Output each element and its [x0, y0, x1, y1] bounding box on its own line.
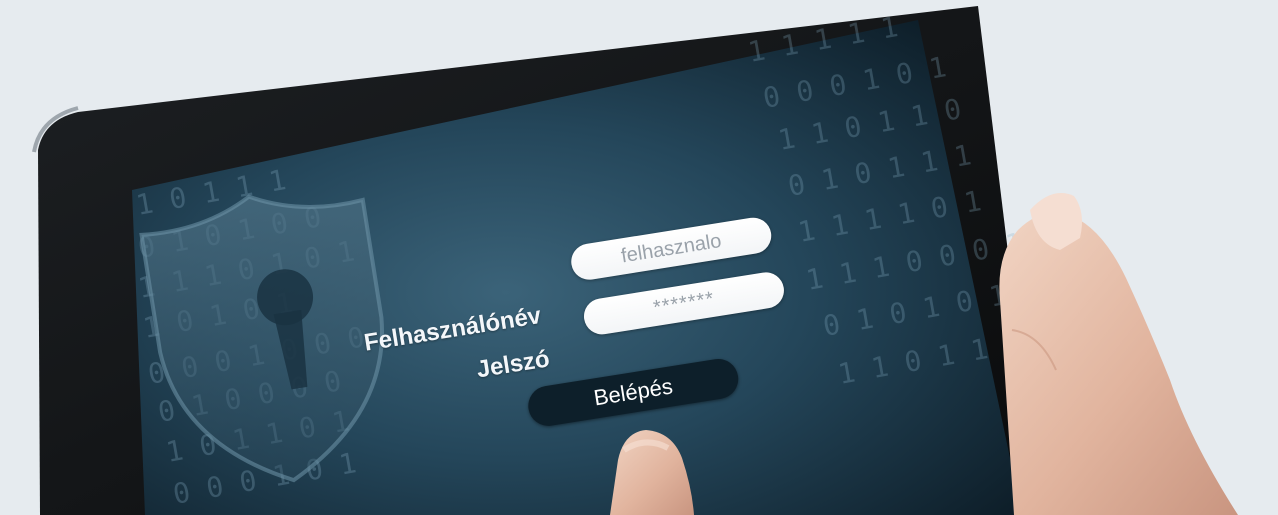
password-label: Jelszó: [474, 345, 552, 384]
login-button[interactable]: Belépés: [525, 356, 742, 429]
login-form: Felhasználónév felhasznalo Jelszó ******…: [330, 168, 833, 488]
login-screen: Felhasználónév felhasznalo Jelszó ******…: [0, 0, 1278, 515]
username-field[interactable]: felhasznalo: [568, 215, 774, 283]
password-field[interactable]: *******: [581, 269, 787, 337]
